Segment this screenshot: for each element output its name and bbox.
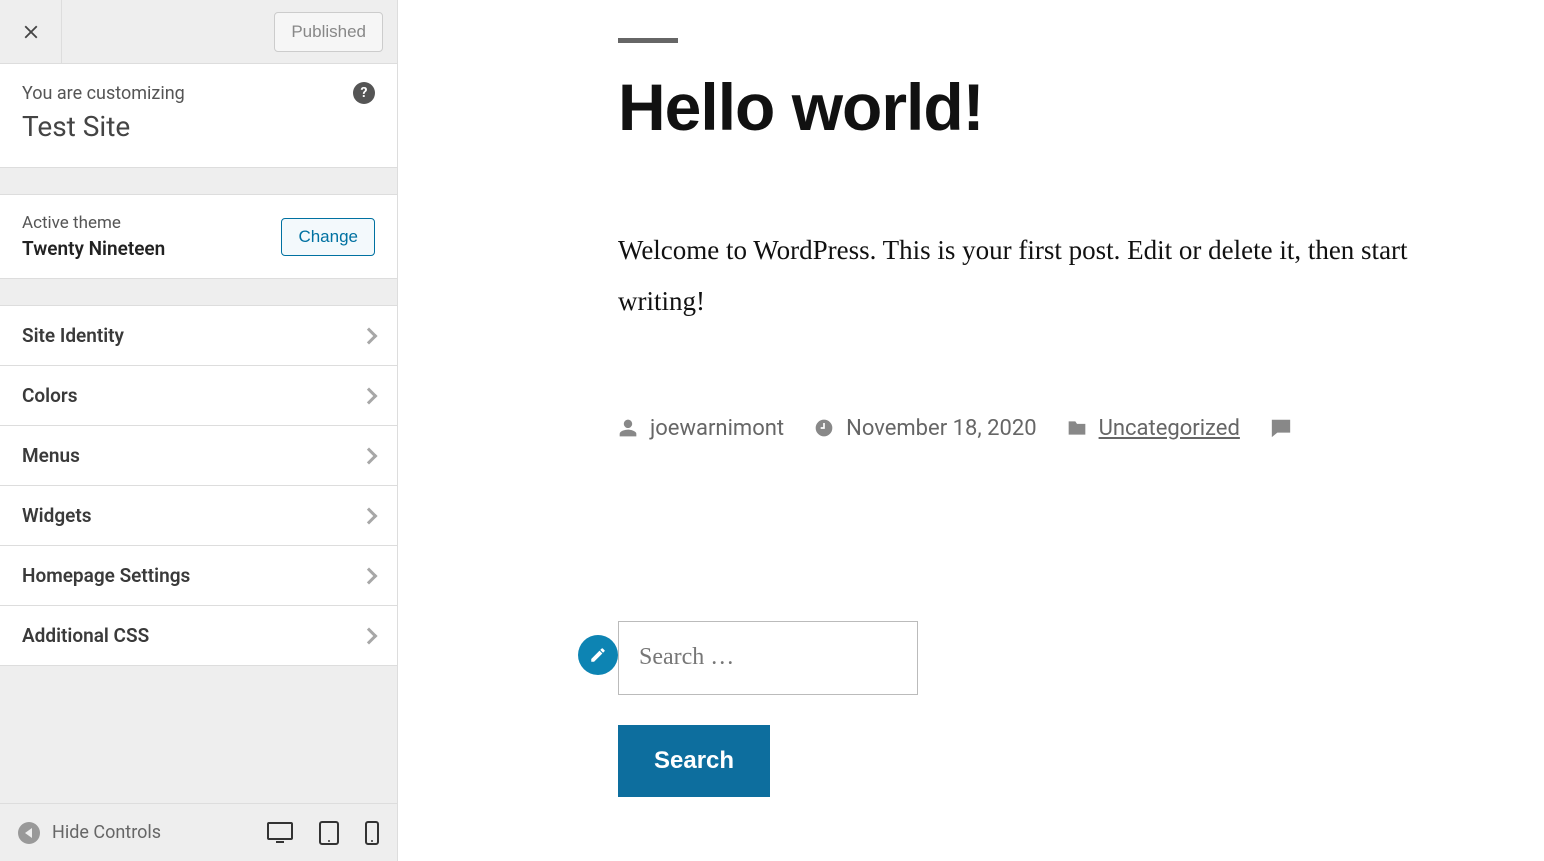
section-site-identity[interactable]: Site Identity — [0, 306, 397, 366]
collapse-icon — [18, 822, 40, 844]
close-icon — [20, 21, 42, 43]
clock-icon — [814, 418, 834, 438]
section-label: Colors — [22, 384, 77, 407]
meta-author[interactable]: joewarnimont — [618, 416, 784, 441]
hide-controls-label: Hide Controls — [52, 822, 161, 843]
customizer-sidebar: Published You are customizing ? Test Sit… — [0, 0, 398, 861]
mobile-icon — [365, 821, 379, 845]
section-list: Site Identity Colors Menus Widgets Homep… — [0, 305, 397, 666]
device-desktop-button[interactable] — [267, 822, 293, 844]
pencil-icon — [589, 646, 607, 664]
chevron-right-icon — [361, 327, 378, 344]
chevron-right-icon — [361, 507, 378, 524]
category-link: Uncategorized — [1099, 416, 1240, 441]
active-theme-name: Twenty Nineteen — [22, 237, 165, 260]
help-icon[interactable]: ? — [353, 82, 375, 104]
post-date: November 18, 2020 — [846, 416, 1036, 441]
theme-section: Active theme Twenty Nineteen Change — [0, 194, 397, 279]
desktop-icon — [267, 822, 293, 844]
site-title: Test Site — [22, 110, 375, 143]
section-menus[interactable]: Menus — [0, 426, 397, 486]
chevron-right-icon — [361, 387, 378, 404]
post-title[interactable]: Hello world! — [618, 69, 1484, 145]
hide-controls-button[interactable]: Hide Controls — [18, 822, 161, 844]
section-label: Widgets — [22, 504, 92, 527]
edit-widget-button[interactable] — [578, 635, 618, 675]
section-label: Site Identity — [22, 324, 124, 347]
published-button[interactable]: Published — [274, 12, 383, 52]
meta-category[interactable]: Uncategorized — [1067, 416, 1240, 441]
meta-comments[interactable] — [1270, 417, 1292, 439]
author-name: joewarnimont — [650, 416, 784, 441]
section-label: Additional CSS — [22, 624, 149, 647]
sidebar-footer: Hide Controls — [0, 803, 397, 861]
section-widgets[interactable]: Widgets — [0, 486, 397, 546]
search-button[interactable]: Search — [618, 725, 770, 797]
preview-pane: Hello world! Welcome to WordPress. This … — [398, 0, 1544, 861]
customizing-label: You are customizing — [22, 83, 185, 104]
search-input[interactable] — [618, 621, 918, 695]
post-meta: joewarnimont November 18, 2020 Uncategor… — [618, 416, 1484, 441]
section-homepage-settings[interactable]: Homepage Settings — [0, 546, 397, 606]
active-theme-label: Active theme — [22, 213, 165, 233]
person-icon — [618, 418, 638, 438]
close-button[interactable] — [0, 0, 62, 64]
device-mobile-button[interactable] — [365, 821, 379, 845]
device-tablet-button[interactable] — [319, 821, 339, 845]
section-colors[interactable]: Colors — [0, 366, 397, 426]
folder-icon — [1067, 418, 1087, 438]
post-body: Welcome to WordPress. This is your first… — [618, 225, 1484, 328]
chevron-right-icon — [361, 567, 378, 584]
change-theme-button[interactable]: Change — [281, 218, 375, 256]
chevron-right-icon — [361, 627, 378, 644]
meta-date[interactable]: November 18, 2020 — [814, 416, 1036, 441]
comment-icon — [1270, 417, 1292, 439]
section-additional-css[interactable]: Additional CSS — [0, 606, 397, 666]
section-label: Homepage Settings — [22, 564, 190, 587]
sidebar-top-bar: Published — [0, 0, 397, 64]
tablet-icon — [319, 821, 339, 845]
section-label: Menus — [22, 444, 80, 467]
title-rule — [618, 38, 678, 43]
chevron-right-icon — [361, 447, 378, 464]
sidebar-header: You are customizing ? Test Site — [0, 64, 397, 168]
search-widget: Search — [398, 621, 1544, 797]
